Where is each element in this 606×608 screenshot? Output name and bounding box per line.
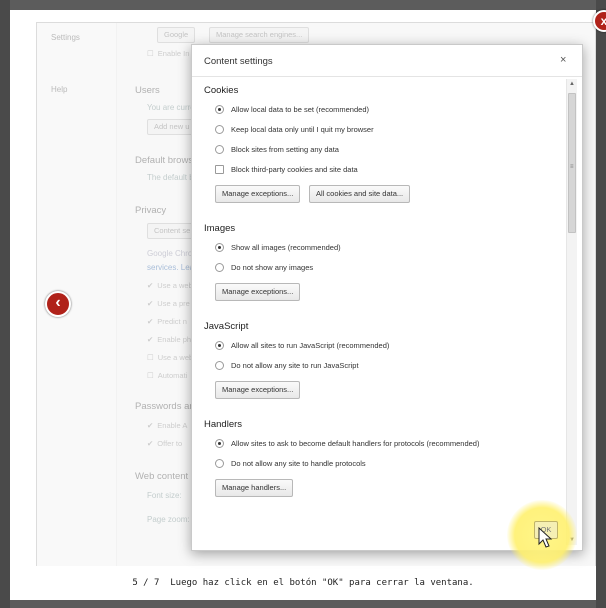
default-browser-heading: Default brows xyxy=(135,155,194,166)
services-text[interactable]: services. Lea xyxy=(147,263,194,272)
password-option[interactable]: Offer to xyxy=(147,439,182,448)
content-settings-dialog: Content settings × Cookies Allow local d… xyxy=(191,44,583,551)
images-show-all-radio[interactable]: Show all images (recommended) xyxy=(215,243,341,252)
radio-selected-icon xyxy=(215,341,224,350)
javascript-manage-exceptions-button[interactable]: Manage exceptions... xyxy=(215,381,301,399)
caption-text: Luego haz click en el botón "OK" para ce… xyxy=(170,578,474,588)
javascript-heading: JavaScript xyxy=(204,321,249,332)
privacy-heading: Privacy xyxy=(135,205,167,216)
lightbox-prev-button[interactable]: ‹ xyxy=(45,291,71,317)
page-zoom-label: Page zoom: xyxy=(147,515,190,524)
font-size-label: Font size: xyxy=(147,491,182,500)
web-content-heading: Web content xyxy=(135,471,189,482)
scrollbar-thumb[interactable]: ≡ xyxy=(568,93,576,233)
javascript-allow-radio[interactable]: Allow all sites to run JavaScript (recom… xyxy=(215,341,389,350)
caption-counter: 5 / 7 xyxy=(132,578,160,588)
option-label: Allow local data to be set (recommended) xyxy=(231,105,369,114)
radio-icon xyxy=(215,459,224,468)
radio-selected-icon xyxy=(215,243,224,252)
option-label: Block third-party cookies and site data xyxy=(231,165,358,174)
radio-selected-icon xyxy=(215,439,224,448)
users-text: You are curre xyxy=(147,103,195,112)
radio-icon xyxy=(215,125,224,134)
handlers-heading: Handlers xyxy=(204,419,243,430)
radio-icon xyxy=(215,145,224,154)
radio-icon xyxy=(215,361,224,370)
close-icon: x xyxy=(600,14,606,28)
nav-item-help[interactable]: Help xyxy=(51,85,67,94)
password-option[interactable]: Enable A xyxy=(147,421,187,430)
privacy-option[interactable]: Enable ph xyxy=(147,335,191,344)
option-label: Do not show any images xyxy=(231,263,314,272)
cookies-heading: Cookies xyxy=(204,85,239,96)
javascript-block-radio[interactable]: Do not allow any site to run JavaScript xyxy=(215,361,359,370)
default-browser-text: The default b xyxy=(147,173,194,182)
chevron-left-icon: ‹ xyxy=(55,294,61,311)
cookies-block-radio[interactable]: Block sites from setting any data xyxy=(215,145,339,154)
checkbox-icon xyxy=(215,165,224,174)
dialog-close-button[interactable]: × xyxy=(560,54,566,66)
lightbox-caption: 5 / 7 Luego haz click en el botón "OK" p… xyxy=(10,566,596,600)
manage-search-engines-button[interactable]: Manage search engines... xyxy=(209,27,310,43)
privacy-option[interactable]: Use a web xyxy=(147,353,193,362)
passwords-heading: Passwords anc xyxy=(135,401,200,412)
handlers-allow-radio[interactable]: Allow sites to ask to become default han… xyxy=(215,439,479,448)
radio-icon xyxy=(215,263,224,272)
option-label: Do not allow any site to handle protocol… xyxy=(231,459,366,468)
nav-item-settings[interactable]: Settings xyxy=(51,33,80,42)
search-engine-select[interactable]: Google xyxy=(157,27,196,43)
handlers-block-radio[interactable]: Do not allow any site to handle protocol… xyxy=(215,459,366,468)
privacy-option[interactable]: Use a pre xyxy=(147,299,190,308)
option-label: Allow sites to ask to become default han… xyxy=(231,439,480,448)
privacy-option[interactable]: Automati xyxy=(147,371,188,380)
dialog-body: Cookies Allow local data to be set (reco… xyxy=(192,77,565,551)
mouse-pointer-icon xyxy=(538,527,553,548)
content-settings-button[interactable]: Content se xyxy=(147,223,198,239)
page-backdrop-left xyxy=(0,0,10,608)
dialog-title: Content settings xyxy=(204,56,273,67)
page-backdrop-right xyxy=(596,0,606,608)
images-do-not-show-radio[interactable]: Do not show any images xyxy=(215,263,313,272)
scroll-grip-icon: ≡ xyxy=(570,164,574,170)
privacy-option[interactable]: Use a web xyxy=(147,281,192,290)
option-label: Block sites from setting any data xyxy=(231,145,339,154)
cookies-manage-exceptions-button[interactable]: Manage exceptions... xyxy=(215,185,301,203)
images-manage-exceptions-button[interactable]: Manage exceptions... xyxy=(215,283,301,301)
enable-instant-checkbox[interactable]: Enable In xyxy=(147,49,190,58)
add-user-button[interactable]: Add new u xyxy=(147,119,197,135)
option-label: Show all images (recommended) xyxy=(231,243,341,252)
cookies-allow-radio[interactable]: Allow local data to be set (recommended) xyxy=(215,105,369,114)
dialog-scrollbar[interactable]: ▲ ≡ ▼ xyxy=(566,79,577,545)
option-label: Keep local data only until I quit my bro… xyxy=(231,125,374,134)
block-third-party-checkbox[interactable]: Block third-party cookies and site data xyxy=(215,165,358,174)
cookies-keep-until-quit-radio[interactable]: Keep local data only until I quit my bro… xyxy=(215,125,374,134)
radio-selected-icon xyxy=(215,105,224,114)
manage-handlers-button[interactable]: Manage handlers... xyxy=(215,479,294,497)
option-label: Do not allow any site to run JavaScript xyxy=(231,361,359,370)
users-heading: Users xyxy=(135,85,160,96)
scroll-up-arrow-icon[interactable]: ▲ xyxy=(569,81,575,87)
option-label: Allow all sites to run JavaScript (recom… xyxy=(231,341,390,350)
images-heading: Images xyxy=(204,223,236,234)
google-chrome-text: Google Chro xyxy=(147,249,193,258)
all-cookies-site-data-button[interactable]: All cookies and site data... xyxy=(309,185,411,203)
privacy-option[interactable]: Predict n xyxy=(147,317,187,326)
